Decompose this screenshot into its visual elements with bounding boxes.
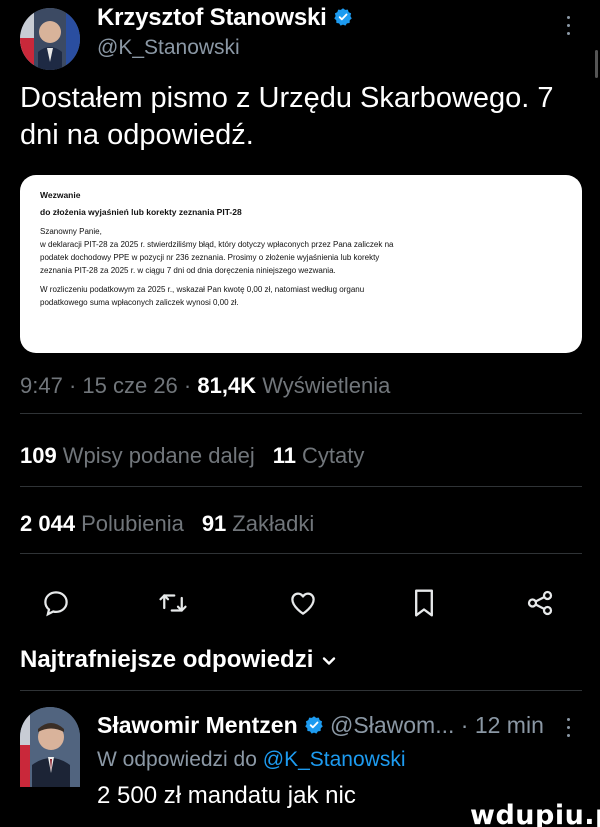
reposts-label: Wpisy podane dalej (62, 443, 255, 468)
replies-sort-label: Najtrafniejsze odpowiedzi (20, 646, 314, 673)
replying-to-label: W odpowiedzi do (97, 748, 257, 771)
divider (20, 413, 582, 414)
repost-icon[interactable] (153, 583, 193, 623)
document-subtitle: do złożenia wyjaśnień lub korekty zeznan… (40, 207, 242, 217)
quotes-count: 11 (272, 443, 296, 468)
reply-author-handle[interactable]: @Sławom... (330, 712, 454, 738)
document-greeting: Szanowny Panie, (40, 227, 102, 236)
stats-row-likes: 2 044 Polubienia 91 Zakładki (20, 511, 314, 537)
bookmark-icon[interactable] (404, 583, 444, 623)
bookmarks-label: Zakładki (232, 511, 315, 536)
more-options-icon[interactable] (566, 16, 572, 40)
document-title: Wezwanie (40, 190, 81, 200)
document-line: zeznania PIT-28 za 2025 r. w ciągu 7 dni… (40, 266, 336, 275)
document-line: W rozliczeniu podatkowym za 2025 r., wsk… (40, 285, 365, 294)
quotes-stat[interactable]: 11 Cytaty (273, 443, 365, 468)
verified-badge-icon (304, 716, 323, 734)
divider (20, 553, 582, 554)
post-text: Dostałem pismo z Urzędu Skarbowego. 7 dn… (20, 82, 554, 151)
document-line: podatek dochodowy PPE w pozycji nr 236 z… (40, 253, 380, 262)
likes-stat[interactable]: 2 044 Polubienia (20, 511, 184, 536)
post-meta: 9:47 · 15 cze 26 · 81,4K Wyświetlenia (20, 373, 391, 398)
reposts-count: 109 (20, 443, 57, 468)
likes-count: 2 044 (20, 511, 76, 536)
watermark: wdupiu.pl (470, 800, 600, 827)
reply-icon[interactable] (36, 583, 76, 623)
reposts-stat[interactable]: 109 Wpisy podane dalej (20, 443, 255, 468)
post-header: Krzysztof Stanowski @K_Stanowski (0, 0, 600, 80)
author-avatar[interactable] (20, 8, 80, 70)
reply-author-avatar[interactable] (20, 707, 80, 787)
post-date[interactable]: 15 cze 26 (82, 373, 177, 398)
verified-badge-icon (333, 8, 352, 26)
author-name[interactable]: Krzysztof Stanowski (97, 4, 353, 32)
reply-text: 2 500 zł mandatu jak nic (97, 782, 356, 809)
likes-label: Polubienia (81, 511, 184, 536)
like-icon[interactable] (283, 583, 323, 623)
replies-sort-dropdown[interactable]: Najtrafniejsze odpowiedzi (20, 646, 337, 674)
quotes-label: Cytaty (302, 443, 365, 468)
share-icon[interactable] (520, 583, 560, 623)
stats-row-reposts: 109 Wpisy podane dalej 11 Cytaty (20, 443, 364, 469)
bookmarks-count: 91 (201, 511, 227, 536)
chevron-down-icon (323, 657, 336, 665)
views-label: Wyświetlenia (262, 373, 391, 398)
reply-author-line: Sławomir Mentzen @Sławom... · 12 min (97, 712, 544, 738)
author-name-text[interactable]: Krzysztof Stanowski (97, 4, 327, 31)
document-line: w deklaracji PIT-28 za 2025 r. stwierdzi… (40, 240, 394, 249)
divider (20, 486, 582, 487)
reply-time[interactable]: 12 min (475, 712, 544, 738)
views-count: 81,4K (197, 373, 257, 398)
divider (20, 690, 582, 691)
replying-to: W odpowiedzi do @K_Stanowski (97, 748, 405, 772)
author-handle[interactable]: @K_Stanowski (97, 36, 240, 60)
replying-to-mention[interactable]: @K_Stanowski (263, 748, 406, 771)
reply-author-name[interactable]: Sławomir Mentzen (97, 712, 298, 738)
post-time[interactable]: 9:47 (20, 373, 63, 398)
bookmarks-stat[interactable]: 91 Zakładki (202, 511, 314, 536)
reply-more-options-icon[interactable] (566, 718, 572, 742)
attached-image[interactable]: Wezwanie do złożenia wyjaśnień lub korek… (20, 175, 582, 353)
document-line: podatkowego suma wpłaconych zaliczek wyn… (40, 298, 239, 307)
action-bar (0, 583, 600, 623)
